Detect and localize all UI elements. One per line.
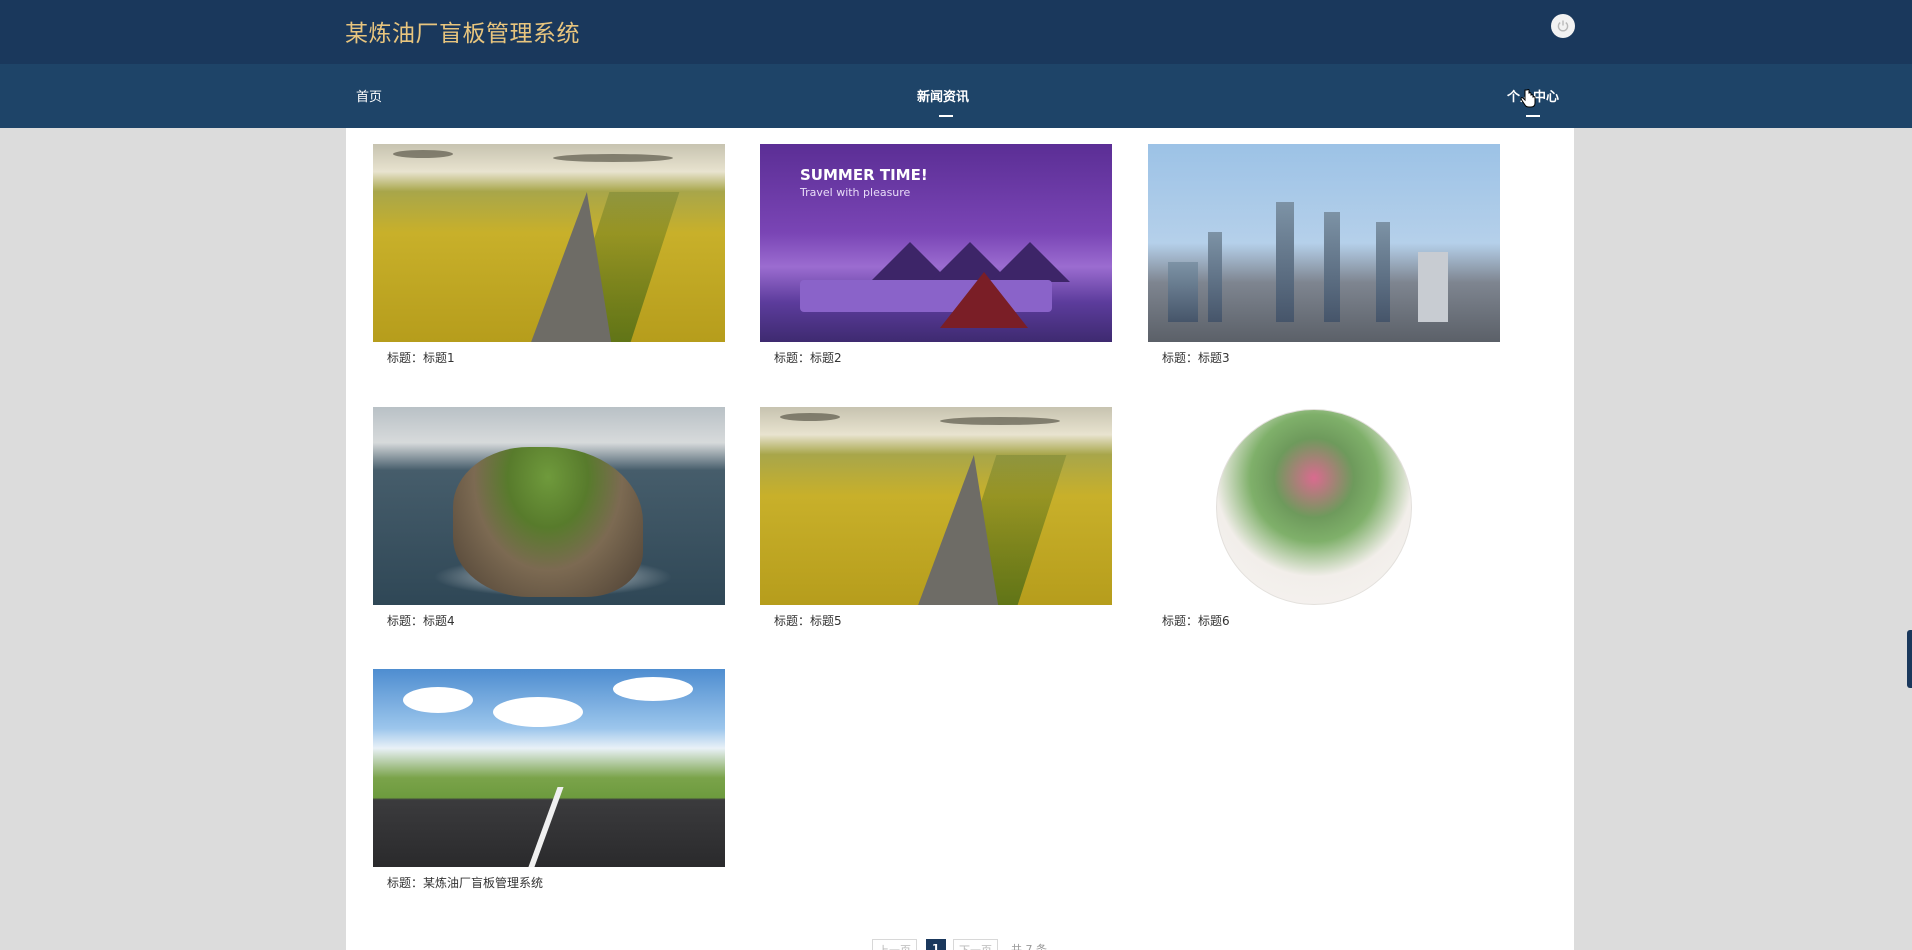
hand-cursor-icon [1520,89,1536,115]
total-count: 共 7 条 [1011,943,1047,950]
prev-page-button[interactable]: 上一页 [872,939,917,950]
news-caption[interactable]: 标题：标题2 [760,349,1112,366]
news-caption[interactable]: 标题：标题6 [1148,612,1500,629]
power-icon[interactable] [1551,14,1575,38]
news-thumbnail[interactable] [1148,407,1500,605]
news-card[interactable]: SUMMER TIME! Travel with pleasure 标题：标题2 [760,144,1112,366]
news-card[interactable]: 标题：标题4 [373,407,725,629]
news-card[interactable]: 标题：标题6 [1148,407,1500,629]
app-title: 某炼油厂盲板管理系统 [345,21,580,47]
news-caption[interactable]: 标题：标题3 [1148,349,1500,366]
thumbnail-subtext: Travel with pleasure [800,186,911,199]
news-caption[interactable]: 标题：标题5 [760,612,1112,629]
news-card[interactable]: 标题：标题1 [373,144,725,366]
news-thumbnail[interactable] [373,407,725,605]
news-list: 标题：标题1 SUMMER TIME! Travel with pleasure… [346,128,1574,950]
news-thumbnail[interactable] [373,144,725,342]
news-card[interactable]: 标题：标题3 [1148,144,1500,366]
news-thumbnail[interactable] [373,669,725,867]
news-thumbnail[interactable] [1148,144,1500,342]
news-card[interactable]: 标题：某炼油厂盲板管理系统 [373,669,725,891]
pagination: 上一页 1 下一页 共 7 条 [0,939,1912,950]
news-caption[interactable]: 标题：某炼油厂盲板管理系统 [373,874,725,891]
side-scroll-tab[interactable] [1907,630,1912,688]
nav-home[interactable]: 首页 [356,86,382,105]
news-card[interactable]: 标题：标题5 [760,407,1112,629]
news-thumbnail[interactable]: SUMMER TIME! Travel with pleasure [760,144,1112,342]
nav-center-underline [1526,115,1540,117]
main-nav: 首页 新闻资讯 个人中心 [0,64,1912,128]
next-page-button[interactable]: 下一页 [953,939,998,950]
thumbnail-text: SUMMER TIME! [800,166,928,184]
news-caption[interactable]: 标题：标题1 [373,349,725,366]
page-number-button[interactable]: 1 [926,939,946,950]
nav-news-underline [939,115,953,117]
power-glyph [1557,20,1569,32]
news-thumbnail[interactable] [760,407,1112,605]
nav-news[interactable]: 新闻资讯 [917,86,969,105]
top-header: 某炼油厂盲板管理系统 [0,0,1912,64]
news-caption[interactable]: 标题：标题4 [373,612,725,629]
